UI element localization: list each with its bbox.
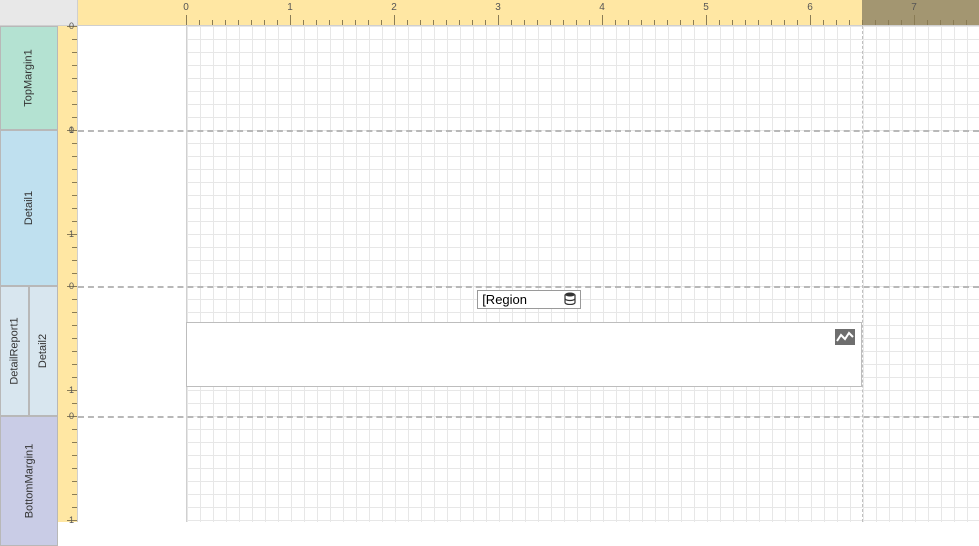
v-ruler-label: 1	[69, 229, 74, 239]
page-right-edge	[862, 26, 863, 522]
band-header-bottommargin[interactable]: BottomMargin1	[0, 416, 58, 546]
h-ruler-label: 6	[807, 2, 813, 13]
vertical-ruler[interactable]: 01010101	[58, 26, 78, 522]
sparkline-icon	[835, 329, 855, 345]
left-margin-area	[78, 26, 186, 522]
h-ruler-label: 7	[911, 2, 917, 13]
v-ruler-label: 0	[69, 125, 74, 135]
v-ruler-label: 1	[69, 515, 74, 525]
h-ruler-label: 1	[287, 2, 293, 13]
band-header-label: Detail1	[23, 191, 35, 225]
band-separator[interactable]	[78, 286, 979, 288]
band-separator[interactable]	[78, 130, 979, 132]
grid-area[interactable]	[186, 26, 979, 522]
band-header-label: Detail2	[38, 334, 50, 368]
band-header-label: BottomMargin1	[23, 444, 35, 519]
region-cell[interactable]: [Region	[477, 290, 581, 309]
band-separator[interactable]	[78, 416, 979, 418]
band-header-topmargin[interactable]: TopMargin1	[0, 26, 58, 130]
h-ruler-label: 3	[495, 2, 501, 13]
band-header-label: DetailReport1	[9, 317, 21, 384]
design-surface[interactable]: [Region	[78, 26, 979, 522]
v-ruler-label: 0	[69, 21, 74, 31]
chart-element[interactable]	[186, 322, 862, 386]
v-ruler-label: 0	[69, 281, 74, 291]
h-ruler-label: 5	[703, 2, 709, 13]
database-icon	[564, 292, 576, 308]
region-cell-text: [Region	[482, 292, 527, 307]
horizontal-ruler[interactable]: 0 1 2 3 4 5 6 7	[78, 0, 979, 26]
band-header-detailreport[interactable]: DetailReport1	[0, 286, 29, 416]
h-ruler-label: 4	[599, 2, 605, 13]
band-header-label: TopMargin1	[23, 49, 35, 106]
v-ruler-label: 1	[69, 385, 74, 395]
band-header-detail1[interactable]: Detail1	[0, 130, 58, 286]
band-header-detail2[interactable]: Detail2	[29, 286, 58, 416]
ruler-corner	[0, 0, 78, 26]
v-ruler-label: 0	[69, 411, 74, 421]
band-headers: TopMargin1 Detail1 DetailReport1 Detail2 Bot…	[0, 26, 58, 522]
h-ruler-label: 0	[183, 2, 189, 13]
h-ruler-label: 2	[391, 2, 397, 13]
